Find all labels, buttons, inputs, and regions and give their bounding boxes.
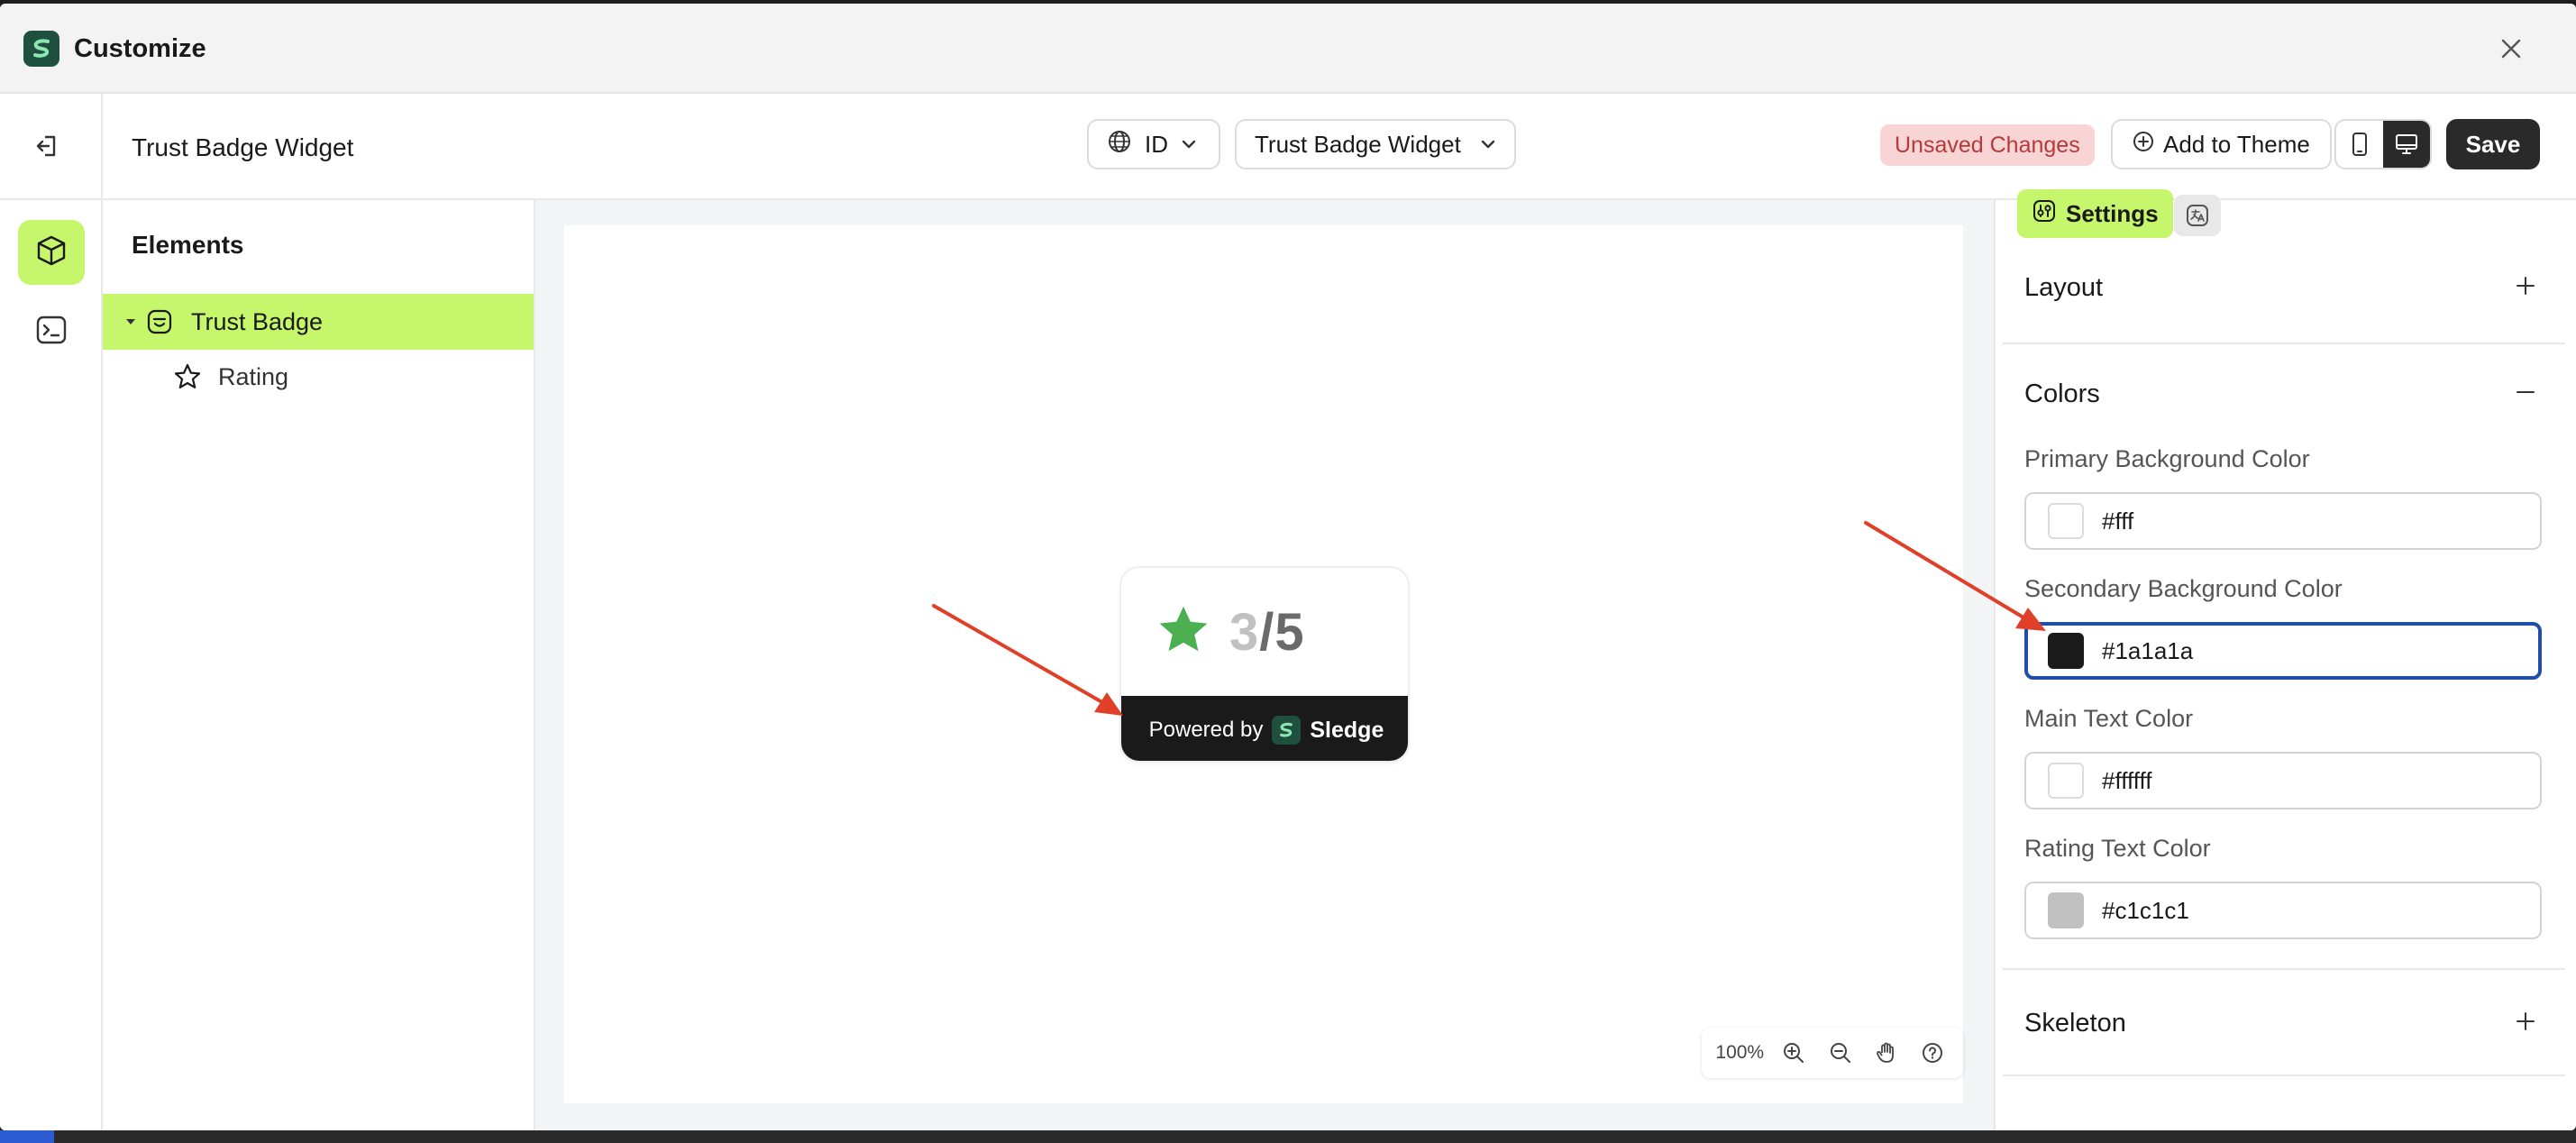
zoom-level: 100% — [1715, 1042, 1765, 1063]
caret-down-icon[interactable] — [123, 317, 139, 326]
zoom-controls: 100% — [1702, 1028, 1963, 1078]
save-button[interactable]: Save — [2446, 119, 2540, 169]
toolbar-divider — [101, 94, 103, 200]
rating-value: 3 — [1229, 602, 1260, 662]
desktop-bottom-accent — [0, 1130, 54, 1143]
help-icon[interactable] — [1910, 1031, 1956, 1074]
globe-icon — [1107, 129, 1132, 160]
language-select[interactable]: ID — [1087, 119, 1220, 169]
preview-canvas: 3/5 Powered by Sledge 100% — [564, 225, 1963, 1103]
close-icon[interactable] — [2493, 31, 2529, 67]
page-title: Trust Badge Widget — [132, 133, 354, 161]
plus-circle-icon — [2133, 131, 2154, 159]
plus-icon[interactable] — [2515, 1010, 2536, 1037]
main-text-color-label: Main Text Color — [2024, 705, 2194, 732]
elements-rail-button[interactable] — [18, 220, 85, 285]
rating-max: 5 — [1274, 602, 1305, 662]
tree-item-trust-badge[interactable]: Trust Badge — [103, 294, 534, 350]
primary-bg-color-input[interactable]: #fff — [2024, 492, 2542, 550]
section-skeleton-header[interactable]: Skeleton — [1996, 993, 2565, 1053]
chevron-down-icon — [1480, 131, 1496, 159]
language-value: ID — [1145, 130, 1168, 158]
title-bar: Customize — [0, 4, 2576, 94]
color-value: #ffffff — [2102, 766, 2152, 794]
tree-item-label: Trust Badge — [191, 307, 324, 335]
code-rail-button[interactable] — [18, 299, 85, 364]
tab-settings-label: Settings — [2066, 199, 2159, 227]
trust-badge-preview[interactable]: 3/5 Powered by Sledge — [1119, 566, 1410, 763]
zoom-out-icon[interactable] — [1817, 1031, 1863, 1074]
chevron-down-icon — [1181, 131, 1197, 159]
cube-icon — [34, 233, 69, 272]
device-toggle — [2334, 119, 2432, 169]
secondary-bg-color-label: Secondary Background Color — [2024, 575, 2343, 602]
customize-window: Customize Trust Badge Widget ID Trust Ba… — [0, 4, 2576, 1130]
main-text-color-input[interactable]: #ffffff — [2024, 752, 2542, 809]
star-filled-icon — [1157, 605, 1210, 660]
elements-panel: Elements Trust Badge Rating — [103, 200, 535, 1130]
rating-text-color-label: Rating Text Color — [2024, 835, 2211, 862]
primary-bg-color-label: Primary Background Color — [2024, 445, 2310, 472]
widget-select-value: Trust Badge Widget — [1255, 130, 1461, 158]
color-swatch[interactable] — [2048, 763, 2084, 799]
elements-heading: Elements — [132, 231, 244, 259]
tab-settings[interactable]: Settings — [2017, 189, 2173, 238]
exit-icon[interactable] — [27, 126, 67, 166]
star-outline-icon — [173, 362, 204, 391]
color-swatch[interactable] — [2048, 633, 2084, 669]
section-divider — [2003, 968, 2565, 970]
powered-by-text: Powered by — [1148, 718, 1264, 742]
sledge-logo-icon — [1272, 716, 1302, 745]
color-value: #c1c1c1 — [2102, 896, 2189, 924]
desktop-bottom-strip — [0, 1130, 2576, 1143]
section-title: Skeleton — [2024, 1008, 2126, 1038]
plus-icon[interactable] — [2515, 275, 2536, 301]
settings-panel: Settings Layout Colors Primary Backgroun… — [1994, 189, 2576, 1130]
zoom-in-icon[interactable] — [1771, 1031, 1817, 1074]
tree-item-rating[interactable]: Rating — [103, 352, 534, 402]
window-title: Customize — [74, 34, 206, 63]
add-to-theme-label: Add to Theme — [2163, 130, 2310, 158]
canvas-area: 3/5 Powered by Sledge 100% — [535, 200, 1994, 1130]
sledge-logo-icon — [23, 31, 59, 67]
color-swatch[interactable] — [2048, 892, 2084, 928]
section-colors-header[interactable]: Colors — [1996, 364, 2565, 424]
badge-rating-text: 3/5 — [1229, 602, 1305, 663]
terminal-icon — [34, 313, 69, 352]
section-divider — [2003, 343, 2565, 344]
rating-separator: / — [1259, 602, 1275, 662]
left-rail — [0, 200, 103, 1130]
translate-icon[interactable] — [2174, 195, 2221, 236]
minus-icon[interactable] — [2515, 381, 2536, 407]
badge-icon — [146, 308, 177, 335]
badge-footer: Powered by Sledge — [1121, 696, 1408, 761]
sliders-icon — [2032, 198, 2057, 230]
section-divider — [2003, 1074, 2565, 1076]
section-layout-header[interactable]: Layout — [1996, 258, 2565, 317]
section-title: Colors — [2024, 379, 2100, 408]
hand-pan-icon[interactable] — [1863, 1031, 1909, 1074]
rating-text-color-input[interactable]: #c1c1c1 — [2024, 882, 2542, 939]
secondary-bg-color-input[interactable]: #1a1a1a — [2024, 622, 2542, 680]
mobile-view-button[interactable] — [2336, 121, 2383, 168]
section-title: Layout — [2024, 272, 2104, 302]
color-value: #1a1a1a — [2102, 636, 2194, 664]
color-value: #fff — [2102, 507, 2134, 535]
unsaved-changes-badge: Unsaved Changes — [1880, 124, 2095, 166]
add-to-theme-button[interactable]: Add to Theme — [2111, 119, 2332, 169]
widget-select[interactable]: Trust Badge Widget — [1235, 119, 1516, 169]
editor-toolbar: Trust Badge Widget ID Trust Badge Widget… — [0, 94, 2576, 200]
badge-rating-row: 3/5 — [1121, 568, 1408, 696]
color-swatch[interactable] — [2048, 503, 2084, 539]
tree-item-label: Rating — [218, 362, 289, 390]
footer-brand: Sledge — [1310, 717, 1384, 743]
desktop-view-button[interactable] — [2383, 121, 2430, 168]
